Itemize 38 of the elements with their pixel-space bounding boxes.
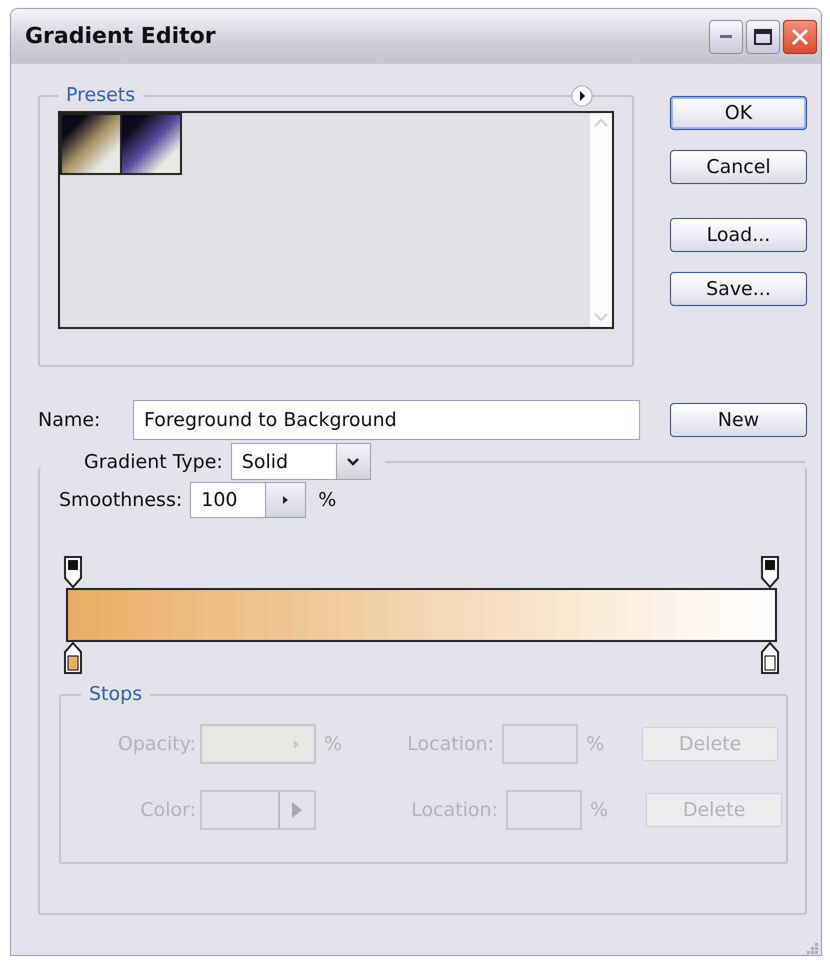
scroll-bar[interactable]	[590, 113, 612, 328]
name-label: Name:	[38, 408, 102, 434]
opacity-stop-icon[interactable]	[64, 556, 82, 588]
new-button[interactable]: New	[670, 403, 807, 438]
close-icon	[791, 28, 809, 46]
dropdown-icon	[346, 456, 360, 467]
stop-field[interactable]	[200, 790, 316, 830]
arrow-right-icon	[282, 495, 290, 506]
minimize-icon	[720, 34, 732, 39]
percent-label: %	[318, 488, 336, 514]
name-field[interactable]: Foreground to Background	[133, 400, 640, 440]
arrow-right-icon	[292, 802, 302, 818]
dialog-button[interactable]: Save...	[670, 272, 807, 306]
minimize-button[interactable]	[709, 20, 743, 54]
color-stop-icon[interactable]	[761, 642, 779, 674]
dialog-button[interactable]: OK	[670, 96, 807, 130]
color-stop-icon[interactable]	[64, 642, 82, 674]
gradient-swatch[interactable]	[120, 113, 182, 176]
stop-field[interactable]	[200, 724, 316, 764]
smoothness-label: Smoothness:	[59, 488, 182, 514]
arrow-right-icon	[294, 740, 298, 749]
percent-label: %	[324, 732, 342, 758]
dialog-button[interactable]: Load...	[670, 218, 807, 252]
window-title: Gradient Editor	[25, 23, 217, 52]
close-button[interactable]	[783, 20, 817, 54]
maximize-button[interactable]	[746, 20, 780, 54]
opacity-stop-icon[interactable]	[761, 556, 779, 588]
gradient-swatch[interactable]	[60, 113, 122, 176]
location-field[interactable]	[506, 790, 582, 830]
gradient-bar[interactable]	[66, 588, 777, 642]
resize-grip-icon[interactable]	[805, 941, 819, 955]
percent-label: %	[590, 798, 608, 824]
gradient-type-dropdown[interactable]: Solid	[230, 443, 371, 480]
smoothness-field[interactable]: 100	[190, 482, 306, 518]
percent-label: %	[586, 732, 604, 758]
maximize-icon	[754, 28, 772, 45]
dialog-button[interactable]: Cancel	[670, 150, 807, 184]
location-field[interactable]	[502, 724, 578, 764]
